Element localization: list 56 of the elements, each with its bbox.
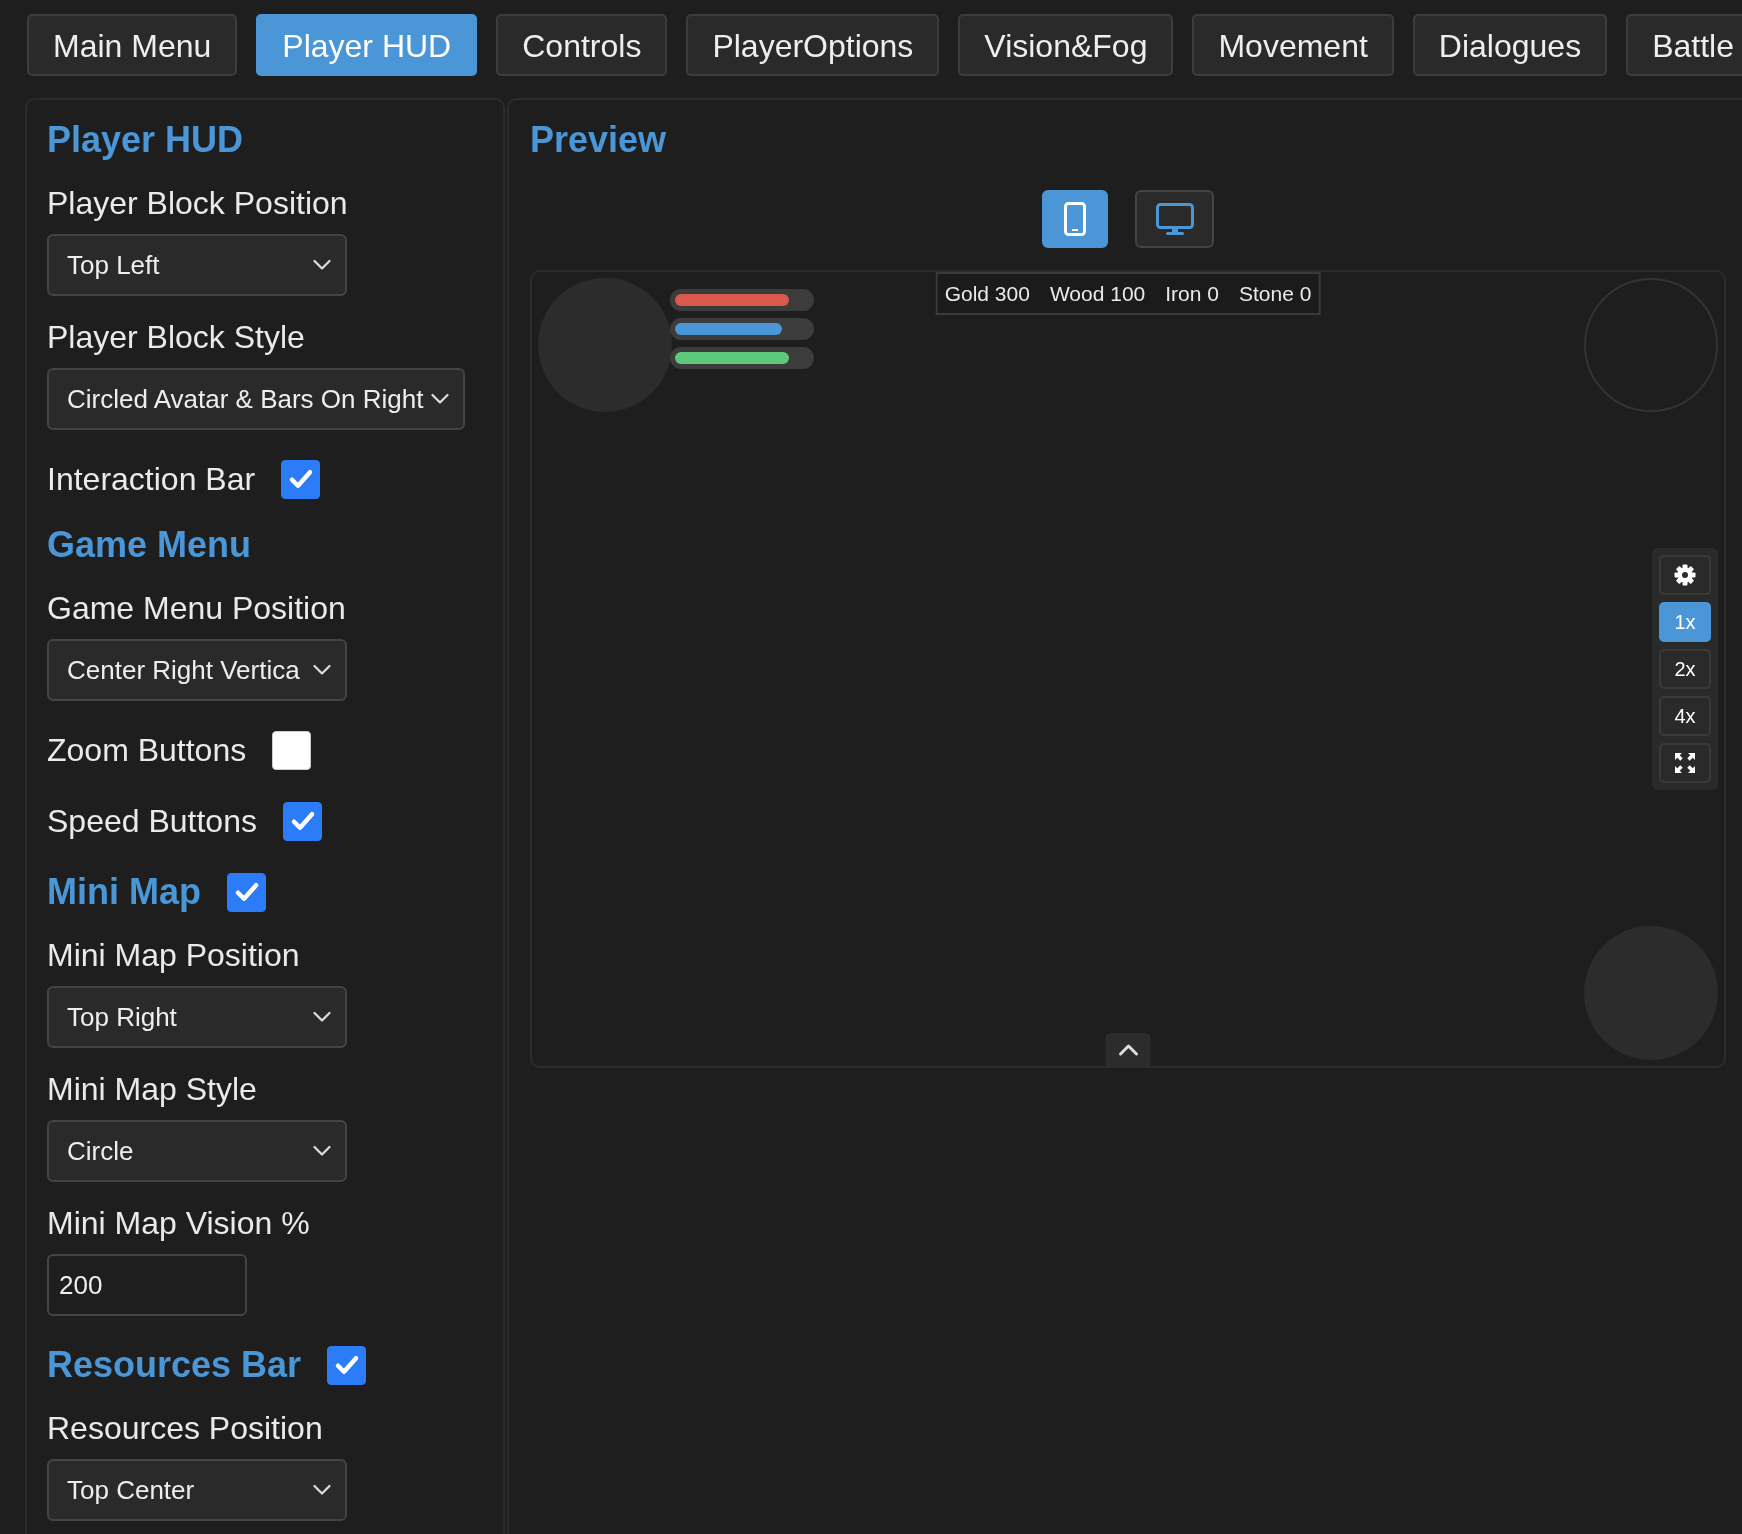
field-label: Mini Map Style [47,1070,258,1109]
device-toggle[interactable] [1135,190,1214,248]
expand-button[interactable] [1105,1033,1151,1066]
checkbox[interactable] [272,730,312,770]
chevron-down-icon [313,1145,331,1157]
dropdown[interactable]: Center Right Vertica [47,639,347,701]
dropdown[interactable]: Circled Avatar & Bars On Right [47,368,466,430]
resource-count: Wood 100 [1049,281,1146,307]
dropdown[interactable]: Top Left [47,234,347,296]
chevron-down-icon [313,1484,331,1496]
phone-icon [1064,202,1086,236]
field-label: Player Block Style [47,318,306,357]
field-label: Player Block Position [47,184,349,223]
chevron-down-icon [313,259,331,271]
settings-button[interactable] [1659,555,1711,595]
chevron-down-icon [431,393,450,405]
speed-button[interactable]: 4x [1659,696,1711,736]
chevron-down-icon [313,1011,331,1023]
chevron-up-icon [1118,1042,1138,1057]
checkbox[interactable] [227,872,266,912]
checkbox[interactable] [281,459,321,499]
section-heading: Mini Map [47,870,201,914]
settings-icon [1674,564,1696,586]
resource-count: Stone 0 [1238,281,1312,307]
resource-count: Iron 0 [1165,281,1219,307]
checkbox-label: Speed Buttons [47,802,257,841]
field-label: Mini Map Vision % [47,1204,311,1243]
tab[interactable]: Main Menu [27,14,238,76]
section-heading: Preview [530,118,668,162]
number-field[interactable]: 200 [47,1254,247,1316]
resource-count: Gold 300 [944,281,1030,307]
field-label: Resources Position [47,1409,324,1448]
device-toggle[interactable] [1042,190,1108,248]
tab[interactable]: Controls [496,14,668,76]
fullscreen-button[interactable] [1659,743,1711,783]
chevron-down-icon [313,664,331,676]
tab[interactable]: Dialogues [1412,14,1608,76]
field-label: Mini Map Position [47,936,301,975]
section-heading: Player HUD [47,118,245,162]
checkbox-label: Zoom Buttons [47,731,247,770]
tab[interactable]: PlayerOptions [686,14,940,76]
dropdown[interactable]: Circle [47,1120,347,1182]
fullscreen-icon [1674,752,1696,774]
speed-button[interactable]: 2x [1659,649,1711,689]
section-heading: Resources Bar [47,1343,302,1387]
checkbox-label: Interaction Bar [47,460,256,499]
dropdown[interactable]: Top Right [47,986,347,1048]
checkbox[interactable] [327,1345,367,1385]
tab[interactable]: Movement [1192,14,1394,76]
tab[interactable]: Battle [1626,14,1742,76]
dropdown[interactable]: Top Center [47,1459,347,1521]
section-heading: Game Menu [47,523,253,567]
monitor-icon [1155,203,1194,235]
tab[interactable]: Vision&Fog [958,14,1174,76]
checkbox[interactable] [282,801,322,841]
field-label: Game Menu Position [47,589,347,628]
